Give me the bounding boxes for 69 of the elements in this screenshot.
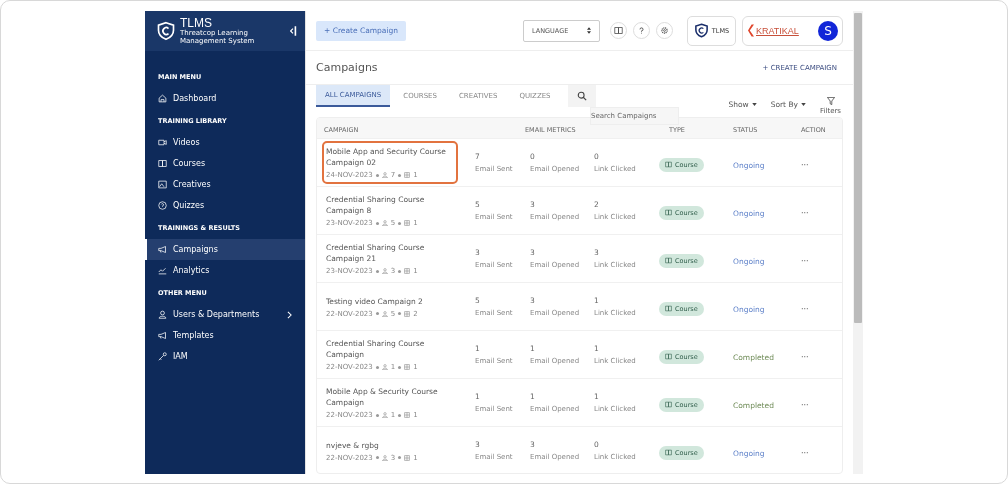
book-button[interactable]	[610, 22, 627, 39]
chart-icon	[158, 266, 167, 275]
grid-icon	[404, 220, 411, 226]
image-icon	[158, 180, 167, 189]
user-icon	[158, 310, 167, 319]
sidebar-item[interactable]: Quizzes	[145, 195, 305, 216]
sidebar-item[interactable]: Creatives	[145, 174, 305, 195]
user-icon	[381, 310, 388, 317]
user-icon	[381, 364, 388, 370]
sidebar-item[interactable]: Videos	[145, 132, 305, 153]
more-actions-button[interactable]: ···	[801, 257, 809, 266]
grid-icon	[404, 310, 411, 317]
grid-icon	[404, 364, 411, 370]
search-button[interactable]	[567, 85, 596, 107]
quiz-icon	[158, 201, 167, 210]
shield-logo-icon	[693, 23, 709, 38]
book-icon	[665, 401, 672, 408]
grid-icon	[404, 412, 411, 418]
sidebar-item[interactable]: Users & Departments	[145, 304, 305, 325]
collapse-icon[interactable]	[289, 25, 297, 37]
user-icon	[381, 454, 388, 461]
user-avatar[interactable]: S	[818, 20, 838, 41]
user-icon	[381, 172, 388, 178]
grid-icon	[404, 268, 411, 274]
grid-icon	[404, 454, 411, 461]
book-icon	[614, 26, 623, 35]
settings-button[interactable]	[656, 22, 673, 39]
video-icon	[158, 138, 167, 147]
brand-name: TLMS	[180, 17, 213, 29]
book-icon	[665, 209, 672, 216]
megaphone-icon	[158, 331, 167, 340]
settings-icon	[660, 26, 669, 35]
shield-logo-icon	[156, 21, 176, 41]
grid-icon	[404, 172, 411, 178]
user-icon	[381, 220, 388, 226]
book-icon	[665, 305, 672, 312]
sidebar-item[interactable]: Campaigns	[145, 239, 305, 260]
more-actions-button[interactable]: ···	[801, 161, 809, 170]
user-icon	[381, 268, 388, 274]
book-icon	[665, 353, 672, 360]
more-actions-button[interactable]: ···	[801, 209, 809, 218]
sidebar-item[interactable]: Dashboard	[145, 88, 305, 109]
megaphone-icon	[158, 245, 167, 254]
company-logo-text: KRATIKAL	[756, 25, 800, 36]
more-actions-button[interactable]: ···	[801, 449, 809, 458]
home-icon	[158, 94, 167, 103]
book-icon	[665, 161, 672, 168]
more-actions-button[interactable]: ···	[801, 305, 809, 314]
book-icon	[665, 449, 672, 456]
user-icon	[381, 412, 388, 418]
sidebar-item[interactable]: Analytics	[145, 260, 305, 281]
sidebar-item[interactable]: IAM	[145, 346, 305, 367]
search-icon	[576, 91, 587, 101]
help-icon	[637, 26, 646, 35]
chevron-right-icon	[287, 310, 292, 319]
scrollbar[interactable]	[853, 11, 863, 474]
more-actions-button[interactable]: ···	[801, 353, 809, 362]
caret-icon	[751, 103, 757, 106]
filter-icon	[826, 97, 835, 105]
chevron-logo-icon	[748, 24, 754, 37]
book-icon	[665, 257, 672, 264]
sidebar-item[interactable]: Courses	[145, 153, 305, 174]
key-icon	[158, 352, 167, 361]
sort-arrows-icon	[587, 27, 591, 34]
more-actions-button[interactable]: ···	[801, 401, 809, 410]
book-icon	[158, 159, 167, 168]
sidebar-item[interactable]: Templates	[145, 325, 305, 346]
caret-icon	[801, 103, 806, 106]
page-title: Campaigns	[316, 61, 378, 74]
